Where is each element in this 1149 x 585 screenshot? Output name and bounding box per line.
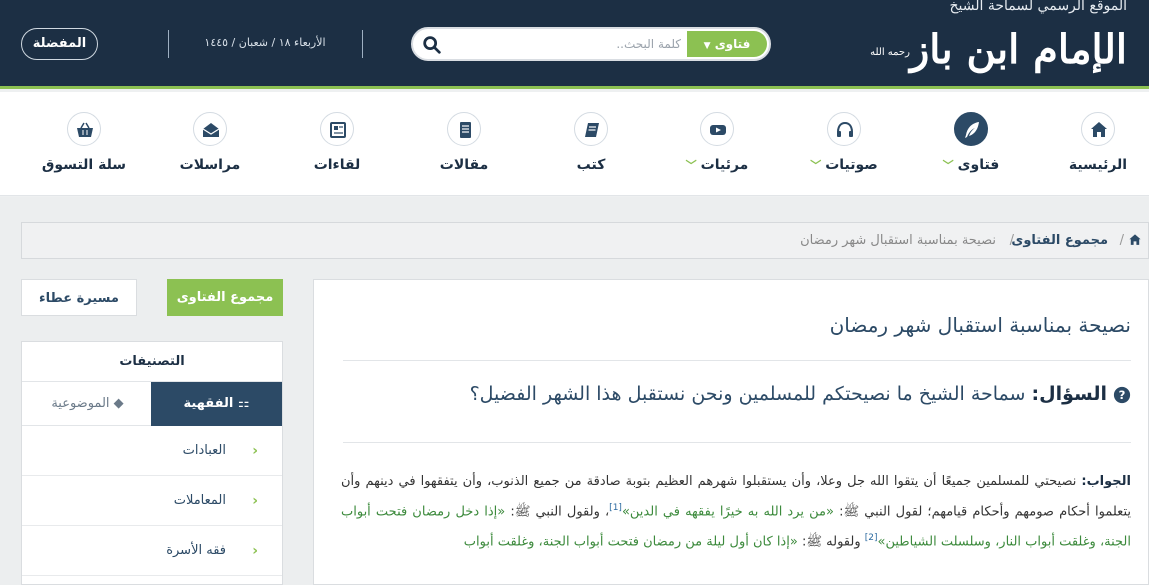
nav-label: مقالات — [404, 157, 524, 173]
category-label: العبادات — [182, 443, 226, 458]
article-icon — [447, 112, 481, 146]
honorific-text: رحمه الله — [870, 47, 911, 58]
tab-topics[interactable]: ◆ الموضوعية — [22, 382, 153, 426]
site-name: الإمام ابن بازرحمه الله — [870, 22, 1128, 81]
nav-label-text: كتب — [576, 157, 606, 173]
nav-label-text: لقاءات — [313, 157, 361, 173]
categories-tabs: ⚏ الفقهية ◆ الموضوعية — [22, 382, 282, 426]
question-circle-icon: ? — [1113, 386, 1131, 403]
answer-label: الجواب: — [1081, 474, 1131, 489]
category-label: المعاملات — [173, 493, 226, 508]
tab-label: الموضوعية — [51, 396, 110, 411]
nav-label-text: الرئيسية — [1068, 157, 1128, 173]
tab-label: الفقهية — [183, 396, 234, 411]
divider — [343, 360, 1131, 361]
categories-title: التصنيفات — [22, 342, 282, 382]
nav-item-audio[interactable]: صوتيات﹀ — [784, 92, 904, 196]
basket-icon — [67, 112, 101, 146]
article-panel: نصيحة بمناسبة استقبال شهر رمضان ? السؤال:… — [313, 279, 1149, 585]
nav-label-text: سلة التسوق — [41, 157, 127, 173]
headphones-icon — [827, 112, 861, 146]
category-label: فقه الأسرة — [166, 543, 226, 558]
hadith-quote: «من يرد الله به خيرًا يفقهه في الدين» — [621, 504, 834, 520]
nav-label-text: مقالات — [439, 157, 489, 173]
favorites-button[interactable]: المفضلة — [21, 28, 98, 60]
tab-fiqh[interactable]: ⚏ الفقهية — [151, 382, 282, 426]
chevron-left-icon: ‹ — [252, 543, 258, 559]
categories-panel: التصنيفات ⚏ الفقهية ◆ الموضوعية ‹ العبادا… — [21, 341, 283, 585]
nav-item-books[interactable]: كتب — [531, 92, 651, 196]
chevron-down-icon: ﹀ — [810, 159, 822, 172]
answer-text: ، ولقول النبي ﷺ: — [510, 504, 610, 520]
footnote-ref[interactable]: [2] — [865, 533, 878, 543]
hadith-quote: «إذا كان أول ليلة من رمضان فتحت أبواب ال… — [463, 534, 798, 550]
nav-item-articles[interactable]: مقالات — [404, 92, 524, 196]
nav-item-cart[interactable]: سلة التسوق — [24, 92, 144, 196]
chevron-down-icon: ﹀ — [942, 159, 954, 172]
fatawa-collection-button[interactable]: مجموع الفتاوى — [167, 279, 283, 316]
chevron-left-icon: ‹ — [252, 493, 258, 509]
breadcrumb-separator: / — [1009, 233, 1014, 248]
video-icon — [700, 112, 734, 146]
masira-button[interactable]: مسيرة عطاء — [21, 279, 137, 316]
nav-label: صوتيات﹀ — [784, 157, 904, 173]
caret-down-icon: ▼ — [703, 41, 711, 51]
category-item[interactable]: ‹ فقه الأسرة — [22, 526, 282, 576]
quill-icon — [954, 112, 988, 146]
breadcrumb-separator: / — [1119, 233, 1124, 248]
nav-item-home[interactable]: الرئيسية — [1038, 92, 1149, 196]
nav-item-correspondence[interactable]: مراسلات — [150, 92, 270, 196]
site-tagline: الموقع الرسمي لسماحة الشيخ — [949, 0, 1127, 14]
search-input[interactable] — [461, 32, 681, 56]
nav-label-text: مراسلات — [179, 157, 241, 173]
mail-icon — [193, 112, 227, 146]
svg-text:?: ? — [1119, 388, 1126, 402]
question-text: سماحة الشيخ ما نصيحتكم للمسلمين ونحن نست… — [469, 383, 1026, 405]
footnote-ref[interactable]: [1] — [609, 503, 622, 513]
breadcrumb-section-link[interactable]: مجموع الفتاوى — [1011, 233, 1108, 248]
breadcrumb-current: نصيحة بمناسبة استقبال شهر رمضان — [800, 233, 996, 248]
sitemap-icon: ⚏ — [237, 396, 250, 411]
nav-label: مرئيات﹀ — [657, 157, 777, 173]
header-divider — [168, 30, 169, 58]
nav-label: لقاءات — [277, 157, 397, 173]
site-header: الموقع الرسمي لسماحة الشيخ الإمام ابن با… — [0, 0, 1149, 89]
tag-icon: ◆ — [113, 396, 124, 411]
nav-label: كتب — [531, 157, 651, 173]
main-nav: الرئيسية فتاوى﹀ صوتيات﹀ مرئيات﹀ كتب مقال… — [0, 92, 1149, 196]
category-item[interactable]: ‹ المعاملات — [22, 476, 282, 526]
site-name-text: الإمام ابن باز — [909, 26, 1128, 73]
question: ? السؤال: سماحة الشيخ ما نصيحتكم للمسلمين… — [341, 383, 1131, 405]
site-logo[interactable]: الموقع الرسمي لسماحة الشيخ الإمام ابن با… — [870, 0, 1128, 89]
nav-item-fatawa[interactable]: فتاوى﹀ — [911, 92, 1031, 196]
answer: الجواب: نصيحتي للمسلمين جميعًا أن يتقوا … — [341, 468, 1131, 556]
nav-label: مراسلات — [150, 157, 270, 173]
search-icon[interactable] — [421, 34, 443, 56]
search-type-dropdown[interactable]: فتاوى ▼ — [687, 31, 767, 57]
question-label: السؤال: — [1031, 383, 1108, 405]
nav-label: الرئيسية — [1038, 157, 1149, 173]
hijri-date: الأربعاء ١٨ / شعبان / ١٤٤٥ — [204, 36, 326, 49]
book-icon — [574, 112, 608, 146]
page-title: نصيحة بمناسبة استقبال شهر رمضان — [829, 313, 1131, 337]
category-item[interactable]: ‹ العبادات — [22, 426, 282, 476]
home-icon — [1081, 112, 1115, 146]
home-icon[interactable] — [1128, 233, 1142, 247]
header-divider — [362, 30, 363, 58]
newspaper-icon — [320, 112, 354, 146]
nav-label-text: صوتيات — [825, 157, 878, 173]
chevron-left-icon: ‹ — [252, 443, 258, 459]
answer-text: ولقوله ﷺ: — [801, 534, 865, 550]
nav-label: فتاوى﹀ — [911, 157, 1031, 173]
divider — [343, 442, 1131, 443]
breadcrumb: / مجموع الفتاوى / نصيحة بمناسبة استقبال … — [21, 222, 1149, 259]
nav-label: سلة التسوق — [24, 157, 144, 173]
search-bar: فتاوى ▼ — [411, 27, 771, 61]
chevron-down-icon: ﹀ — [685, 159, 697, 172]
nav-item-video[interactable]: مرئيات﹀ — [657, 92, 777, 196]
nav-item-meetings[interactable]: لقاءات — [277, 92, 397, 196]
search-type-label: فتاوى — [714, 37, 751, 51]
nav-label-text: فتاوى — [957, 157, 1000, 173]
nav-label-text: مرئيات — [700, 157, 749, 173]
